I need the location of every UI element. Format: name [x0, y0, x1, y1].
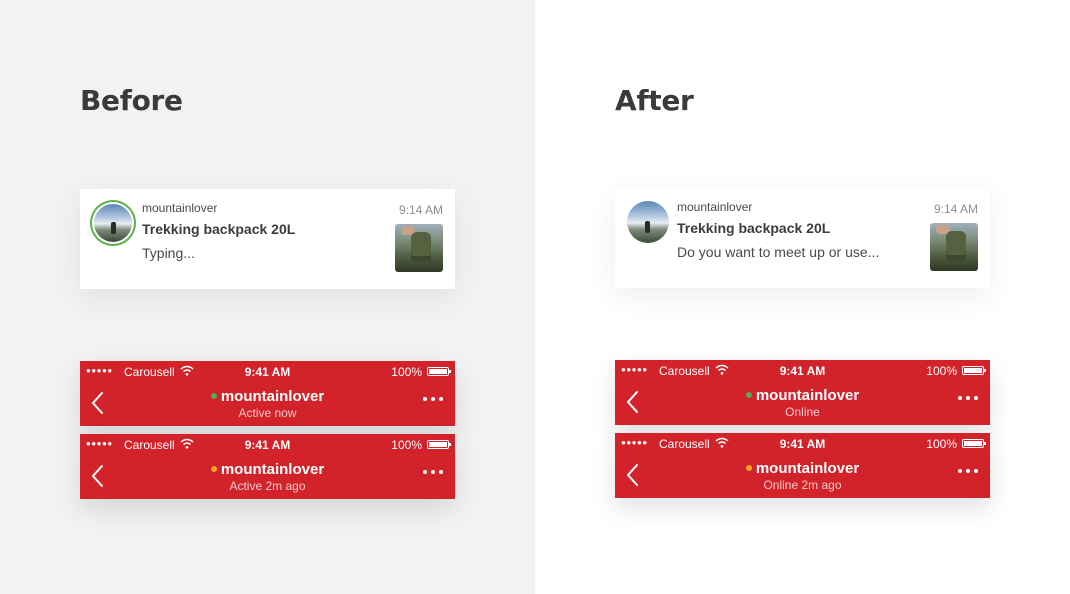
- status-bar: ●●●●● Carousell 9:41 AM 100%: [615, 360, 990, 380]
- header-username: mountainlover: [220, 388, 325, 405]
- card-username: mountainlover: [677, 200, 753, 214]
- user-avatar[interactable]: [627, 201, 669, 243]
- more-dots-icon[interactable]: [423, 397, 443, 403]
- status-bar: ●●●●● Carousell 9:41 AM 100%: [80, 361, 455, 381]
- chat-header-bar: ●●●●● Carousell 9:41 AM 100% mountainlov…: [615, 433, 990, 498]
- battery-percent: 100%: [391, 438, 422, 452]
- presence-status: Active now: [238, 406, 297, 420]
- chat-list-item[interactable]: mountainlover Trekking backpack 20L Do y…: [615, 188, 990, 288]
- more-dots-icon[interactable]: [958, 469, 978, 475]
- card-timestamp: 9:14 AM: [933, 202, 978, 216]
- card-listing-title: Trekking backpack 20L: [142, 221, 296, 237]
- header-title-group: mountainlover Active 2m ago: [80, 461, 455, 494]
- more-dots-icon[interactable]: [958, 396, 978, 402]
- presence-status: Online 2m ago: [763, 478, 842, 492]
- battery-percent: 100%: [926, 364, 957, 378]
- user-avatar[interactable]: [94, 204, 132, 242]
- listing-thumbnail[interactable]: [395, 224, 443, 272]
- battery-icon: [427, 440, 451, 449]
- battery-icon: [962, 366, 986, 375]
- chat-list-item[interactable]: mountainlover Trekking backpack 20L Typi…: [80, 189, 455, 289]
- presence-status: Online: [785, 405, 820, 419]
- more-dots-icon[interactable]: [423, 470, 443, 476]
- status-bar: ●●●●● Carousell 9:41 AM 100%: [615, 433, 990, 453]
- after-heading: After: [615, 84, 694, 117]
- presence-dot-icon: [210, 466, 217, 472]
- presence-status: Active 2m ago: [229, 479, 306, 493]
- battery-icon: [427, 367, 451, 376]
- status-bar: ●●●●● Carousell 9:41 AM 100%: [80, 434, 455, 454]
- before-heading: Before: [80, 84, 183, 117]
- card-listing-title: Trekking backpack 20L: [677, 220, 831, 236]
- header-title-group: mountainlover Online: [615, 387, 990, 420]
- chat-header-bar: ●●●●● Carousell 9:41 AM 100% mountainlov…: [80, 361, 455, 426]
- card-message-preview: Typing...: [142, 245, 195, 261]
- after-panel: After mountainlover Trekking backpack 20…: [535, 0, 1070, 594]
- before-panel: Before mountainlover Trekking backpack 2…: [0, 0, 535, 594]
- chat-header-bar: ●●●●● Carousell 9:41 AM 100% mountainlov…: [80, 434, 455, 499]
- presence-dot-icon: [745, 392, 752, 398]
- battery-icon: [962, 439, 986, 448]
- battery-percent: 100%: [391, 365, 422, 379]
- card-message-preview: Do you want to meet up or use...: [677, 244, 880, 260]
- card-username: mountainlover: [142, 201, 218, 215]
- header-username: mountainlover: [755, 387, 860, 404]
- chat-header-bar: ●●●●● Carousell 9:41 AM 100% mountainlov…: [615, 360, 990, 425]
- header-title-group: mountainlover Active now: [80, 388, 455, 421]
- listing-thumbnail[interactable]: [930, 223, 978, 271]
- battery-percent: 100%: [926, 437, 957, 451]
- card-timestamp: 9:14 AM: [398, 203, 443, 217]
- header-username: mountainlover: [755, 460, 860, 477]
- presence-dot-icon: [745, 465, 752, 471]
- presence-dot-icon: [210, 393, 217, 399]
- header-username: mountainlover: [220, 461, 325, 478]
- header-title-group: mountainlover Online 2m ago: [615, 460, 990, 493]
